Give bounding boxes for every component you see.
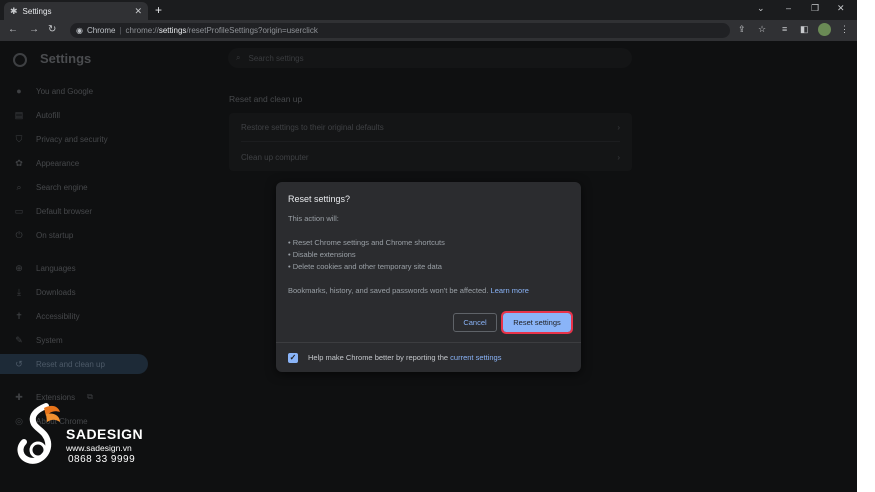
toolbar: ← → ↻ ◉ Chrome | chrome://settings/reset…: [0, 20, 857, 41]
power-icon: ⏻: [15, 229, 23, 240]
new-tab-icon[interactable]: +: [155, 3, 162, 17]
shield-icon: ⛉: [15, 133, 23, 144]
forward-icon[interactable]: →: [29, 24, 39, 35]
minimize-icon[interactable]: –: [786, 3, 791, 13]
share-icon[interactable]: ⇪: [738, 24, 746, 35]
sidebar-item-privacy[interactable]: ⛉ Privacy and security: [0, 129, 148, 149]
dialog-note: Bookmarks, history, and saved passwords …: [288, 286, 529, 295]
sidebar-item-languages[interactable]: ⊕ Languages: [0, 258, 148, 278]
media-icon[interactable]: ≡: [782, 24, 787, 34]
current-settings-link[interactable]: current settings: [450, 353, 501, 362]
sidebar-item-downloads[interactable]: ⤓ Downloads: [0, 282, 148, 302]
browser-window: ✱ Settings ✕ + ⌄ – ❐ ✕ ← → ↻ ◉ Chrome | …: [0, 0, 857, 492]
page-title: Settings: [40, 51, 92, 66]
learn-more-link[interactable]: Learn more: [491, 286, 529, 295]
chevron-right-icon: ›: [617, 123, 620, 132]
back-icon[interactable]: ←: [8, 24, 18, 35]
sadesign-logo-icon: [17, 403, 60, 464]
external-link-icon: ⧉: [87, 392, 93, 401]
section-title: Reset and clean up: [229, 94, 303, 104]
tab-search-icon[interactable]: ⌄: [757, 3, 765, 14]
sidebar-item-appearance[interactable]: ✿ Appearance: [0, 153, 148, 173]
sidebar-item-on-startup[interactable]: ⏻ On startup: [0, 225, 148, 245]
address-bar[interactable]: ◉ Chrome | chrome://settings/resetProfil…: [70, 23, 730, 38]
watermark-phone: 0868 33 9999: [68, 454, 136, 465]
url-separator: |: [119, 26, 122, 35]
palette-icon: ✿: [15, 157, 23, 168]
site-info-icon[interactable]: ◉: [76, 26, 83, 35]
url-text[interactable]: chrome://settings/resetProfileSettings?o…: [126, 26, 318, 35]
restore-window-icon[interactable]: ❐: [811, 3, 819, 14]
tab-settings[interactable]: ✱ Settings ✕: [4, 2, 148, 20]
sidebar-item-reset-and-clean-up[interactable]: ↺ Reset and clean up: [0, 354, 148, 374]
reset-settings-button[interactable]: Reset settings: [501, 311, 573, 334]
dialog-intro: This action will:: [288, 214, 339, 223]
sadesign-watermark: SADESIGN www.sadesign.vn 0868 33 9999: [16, 402, 156, 474]
sidebar-item-search-engine[interactable]: ⌕ Search engine: [0, 177, 148, 197]
menu-icon[interactable]: ⋮: [840, 24, 849, 35]
close-tab-icon[interactable]: ✕: [134, 6, 142, 17]
dialog-footer: ✓ Help make Chrome better by reporting t…: [276, 342, 581, 372]
sidebar-item-default-browser[interactable]: ▭ Default browser: [0, 201, 148, 221]
reset-settings-dialog: Reset settings? This action will: • Rese…: [276, 182, 581, 372]
report-settings-checkbox[interactable]: ✓: [288, 352, 298, 363]
tab-strip: ✱ Settings ✕ + ⌄ – ❐ ✕: [0, 0, 857, 20]
restore-icon: ↺: [15, 358, 23, 369]
reset-card: Restore settings to their original defau…: [229, 113, 632, 171]
wrench-icon: ✎: [15, 334, 23, 345]
side-panel-icon[interactable]: ◧: [800, 24, 809, 35]
search-icon: ⌕: [16, 181, 22, 192]
tab-title: Settings: [22, 6, 52, 16]
accessibility-icon: ✝: [15, 310, 23, 321]
download-icon: ⤓: [17, 286, 21, 297]
puzzle-icon: ✚: [15, 391, 23, 402]
footer-text: Help make Chrome better by reporting the…: [308, 353, 502, 362]
watermark-name: SADESIGN: [66, 426, 144, 442]
sidebar-item-system[interactable]: ✎ System: [0, 330, 148, 350]
dialog-bullet: • Disable extensions: [288, 250, 356, 259]
site-label: Chrome: [86, 26, 116, 35]
bookmark-star-icon[interactable]: ☆: [758, 24, 766, 35]
sidebar-item-autofill[interactable]: ▤ Autofill: [0, 105, 148, 125]
restore-defaults-row[interactable]: Restore settings to their original defau…: [241, 114, 620, 142]
chevron-right-icon: ›: [617, 152, 620, 162]
clipboard-icon: ▤: [14, 109, 24, 120]
chrome-logo: [13, 53, 27, 67]
gear-icon: ✱: [10, 5, 18, 16]
close-window-icon[interactable]: ✕: [837, 3, 845, 14]
sidebar-item-you-and-google[interactable]: ● You and Google: [0, 81, 148, 101]
cancel-button[interactable]: Cancel: [453, 313, 497, 332]
globe-icon: ⊕: [15, 262, 23, 273]
sidebar-item-accessibility[interactable]: ✝ Accessibility: [0, 306, 148, 326]
profile-avatar[interactable]: [818, 23, 831, 36]
search-input[interactable]: ⌕ Search settings: [228, 48, 632, 68]
watermark-url: www.sadesign.vn: [66, 443, 132, 453]
dialog-title: Reset settings?: [288, 194, 351, 204]
dialog-bullet: • Delete cookies and other temporary sit…: [288, 262, 442, 271]
person-icon: ●: [16, 86, 22, 96]
reload-icon[interactable]: ↻: [48, 24, 56, 35]
search-icon: ⌕: [236, 53, 241, 62]
dialog-bullet: • Reset Chrome settings and Chrome short…: [288, 238, 445, 247]
search-placeholder: Search settings: [248, 53, 304, 63]
browser-icon: ▭: [14, 205, 24, 216]
clean-up-computer-row[interactable]: Clean up computer ›: [241, 143, 620, 171]
